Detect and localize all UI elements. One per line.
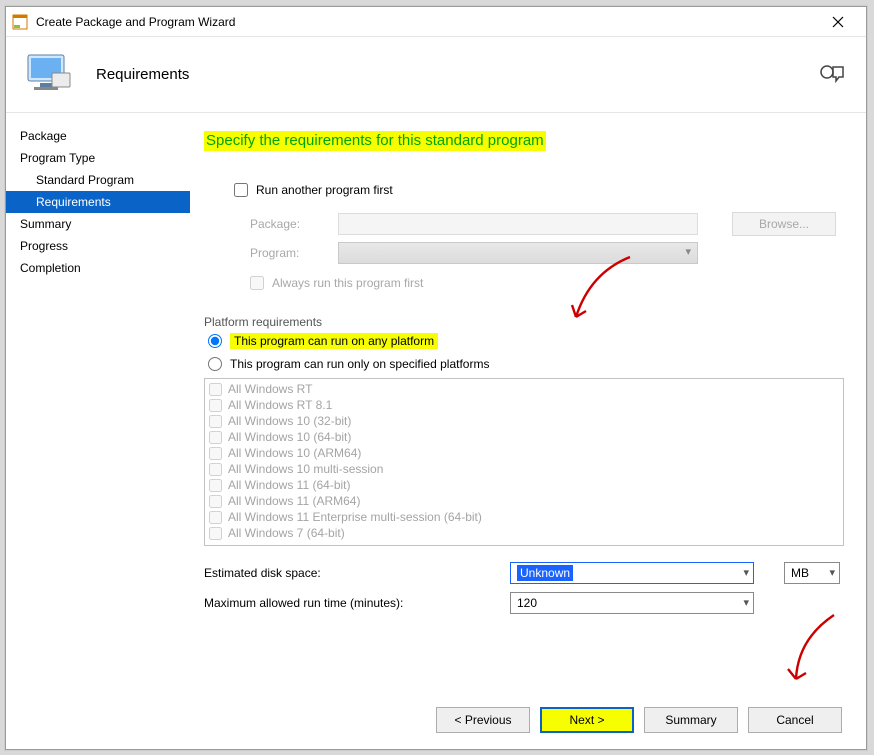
run-first-label: Run another program first [256, 183, 393, 197]
sidebar-item-summary[interactable]: Summary [6, 213, 190, 235]
always-run-checkbox-input [250, 276, 264, 290]
runtime-label: Maximum allowed run time (minutes): [204, 596, 500, 610]
package-field [338, 213, 698, 235]
program-combo [338, 242, 698, 264]
disk-unit-value: MB [791, 566, 809, 580]
disk-label: Estimated disk space: [204, 566, 500, 580]
package-label: Package: [250, 217, 328, 231]
platform-checkbox [209, 511, 222, 524]
disk-unit-combo[interactable]: MB ▾ [784, 562, 840, 584]
close-button[interactable] [816, 8, 860, 36]
platform-item: All Windows RT 8.1 [209, 397, 839, 413]
platform-item: All Windows RT [209, 381, 839, 397]
always-run-label: Always run this program first [272, 276, 423, 290]
cancel-button[interactable]: Cancel [748, 707, 842, 733]
platform-label: All Windows 11 Enterprise multi-session … [228, 510, 482, 524]
sidebar-item-program-type[interactable]: Program Type [6, 147, 190, 169]
disk-space-combo[interactable]: Unknown ▾ [510, 562, 754, 584]
chevron-down-icon: ▾ [743, 566, 749, 579]
browse-button: Browse... [732, 212, 836, 236]
header-label: Requirements [96, 66, 189, 83]
platform-checkbox [209, 383, 222, 396]
previous-button[interactable]: < Previous [436, 707, 530, 733]
platform-item: All Windows 11 (ARM64) [209, 493, 839, 509]
summary-button[interactable]: Summary [644, 707, 738, 733]
platform-label: All Windows 11 (64-bit) [228, 478, 350, 492]
platform-checkbox [209, 479, 222, 492]
platform-label: All Windows 10 (ARM64) [228, 446, 361, 460]
app-icon [12, 14, 28, 30]
monitor-icon [24, 49, 72, 100]
platform-checkbox [209, 495, 222, 508]
sidebar: PackageProgram TypeStandard ProgramRequi… [6, 113, 190, 749]
radio-any-input[interactable] [208, 334, 222, 348]
sidebar-item-standard-program[interactable]: Standard Program [6, 169, 190, 191]
wizard-window: Create Package and Program Wizard Requir… [5, 6, 867, 750]
sidebar-item-progress[interactable]: Progress [6, 235, 190, 257]
sidebar-item-package[interactable]: Package [6, 125, 190, 147]
run-first-checkbox[interactable]: Run another program first [234, 183, 393, 197]
disk-space-value: Unknown [517, 565, 573, 581]
platform-checkbox [209, 431, 222, 444]
content: Specify the requirements for this standa… [190, 113, 866, 749]
platform-item: All Windows 7 (64-bit) [209, 525, 839, 541]
platform-item: All Windows 11 (64-bit) [209, 477, 839, 493]
program-label: Program: [250, 246, 328, 260]
platform-label: All Windows 10 (64-bit) [228, 430, 351, 444]
platform-label: All Windows RT [228, 382, 312, 396]
platform-label: All Windows 11 (ARM64) [228, 494, 360, 508]
next-button[interactable]: Next > [540, 707, 634, 733]
platform-checkbox [209, 463, 222, 476]
platform-item: All Windows 10 (64-bit) [209, 429, 839, 445]
runtime-value: 120 [517, 596, 537, 610]
platform-checkbox [209, 447, 222, 460]
platform-group-label: Platform requirements [204, 315, 844, 329]
radio-spec-label: This program can run only on specified p… [230, 357, 489, 371]
platform-label: All Windows 10 (32-bit) [228, 414, 351, 428]
platform-checkbox [209, 527, 222, 540]
radio-specific-platform[interactable]: This program can run only on specified p… [208, 357, 489, 371]
platform-label: All Windows RT 8.1 [228, 398, 332, 412]
wizard-buttons: < Previous Next > Summary Cancel [436, 707, 842, 733]
chevron-down-icon: ▾ [743, 596, 749, 609]
runtime-combo[interactable]: 120 ▾ [510, 592, 754, 614]
window-title: Create Package and Program Wizard [36, 15, 816, 29]
body: PackageProgram TypeStandard ProgramRequi… [6, 113, 866, 749]
annotation-arrow-2 [780, 613, 850, 693]
platform-checkbox [209, 415, 222, 428]
platform-item: All Windows 10 multi-session [209, 461, 839, 477]
header: Requirements [6, 37, 866, 113]
platform-label: All Windows 10 multi-session [228, 462, 383, 476]
radio-any-platform[interactable]: This program can run on any platform [208, 333, 438, 349]
platform-item: All Windows 11 Enterprise multi-session … [209, 509, 839, 525]
platform-list[interactable]: All Windows RT All Windows RT 8.1 All Wind… [204, 378, 844, 546]
platform-label: All Windows 7 (64-bit) [228, 526, 345, 540]
sidebar-item-completion[interactable]: Completion [6, 257, 190, 279]
page-heading: Specify the requirements for this standa… [204, 131, 546, 151]
feedback-icon[interactable] [818, 63, 846, 92]
platform-item: All Windows 10 (32-bit) [209, 413, 839, 429]
run-first-checkbox-input[interactable] [234, 183, 248, 197]
platform-item: All Windows 10 (ARM64) [209, 445, 839, 461]
radio-spec-input[interactable] [208, 357, 222, 371]
platform-checkbox [209, 399, 222, 412]
sidebar-item-requirements[interactable]: Requirements [6, 191, 190, 213]
chevron-down-icon: ▾ [829, 566, 835, 579]
titlebar: Create Package and Program Wizard [6, 7, 866, 37]
close-icon [832, 16, 844, 28]
radio-any-label: This program can run on any platform [230, 333, 438, 349]
always-run-checkbox: Always run this program first [250, 276, 423, 290]
